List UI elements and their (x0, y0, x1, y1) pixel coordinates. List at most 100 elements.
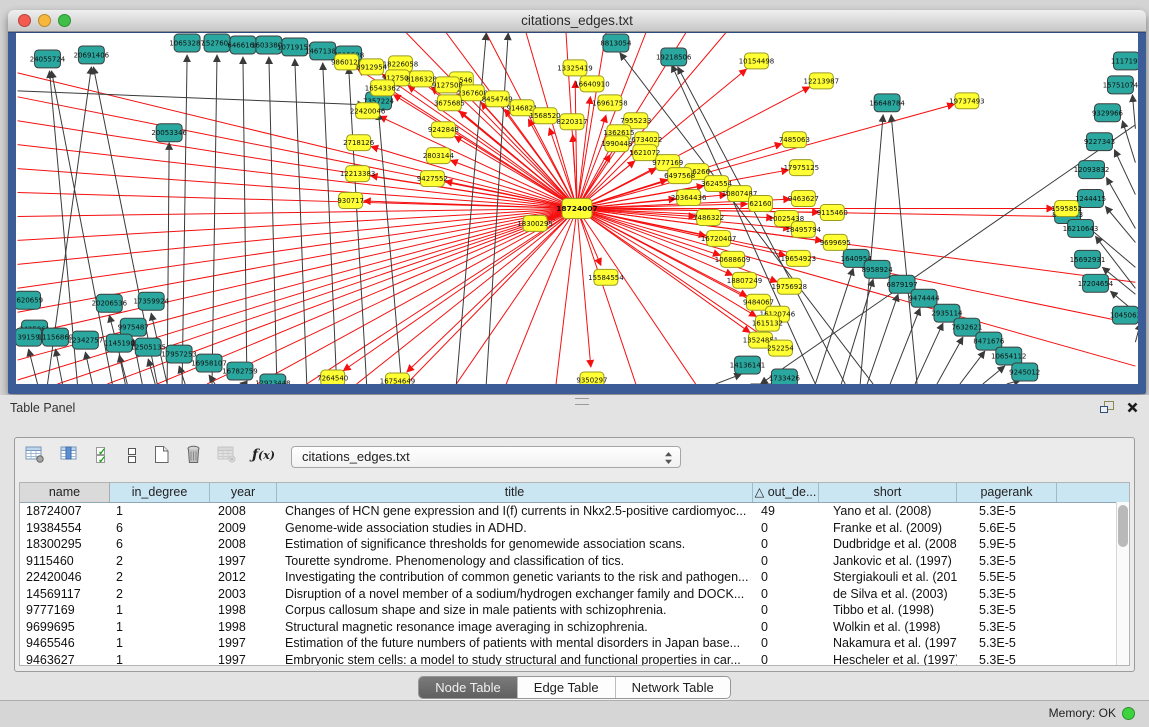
table-row[interactable]: 1830029562008Estimation of significance … (20, 536, 1129, 553)
table-cell[interactable]: 0 (753, 586, 819, 603)
table-cell[interactable]: 2 (110, 569, 210, 586)
network-node[interactable]: 930717 (337, 193, 364, 209)
table-cell[interactable]: 2012 (210, 569, 277, 586)
network-node[interactable]: 9329966 (1092, 104, 1123, 122)
table-row[interactable]: 946554611997Estimation of the future num… (20, 635, 1129, 652)
table-cell[interactable]: 2003 (210, 586, 277, 603)
column-header-title[interactable]: title (277, 483, 753, 502)
network-node[interactable]: 17359924 (133, 292, 169, 310)
table-cell[interactable]: 0 (753, 619, 819, 636)
table-row[interactable]: 946362711997Embryonic stem cells: a mode… (20, 652, 1129, 667)
network-node[interactable]: 16961758 (592, 95, 627, 111)
network-node[interactable]: 10653287 (169, 34, 204, 52)
zoom-window-button[interactable] (58, 14, 71, 27)
table-cell[interactable]: 0 (753, 569, 819, 586)
table-cell[interactable]: 9777169 (20, 602, 110, 619)
network-node[interactable]: 16648784 (869, 94, 905, 112)
column-header-out-de-[interactable]: △ out_de... (753, 483, 819, 502)
table-cell[interactable]: 2009 (210, 520, 277, 537)
network-node[interactable]: 9975487 (118, 318, 149, 336)
table-cell[interactable]: 5.5E-5 (957, 569, 1057, 586)
table-cell[interactable]: 0 (753, 602, 819, 619)
delete-trash-icon[interactable] (183, 443, 204, 466)
table-cell[interactable]: 1997 (210, 553, 277, 570)
network-node[interactable]: 62160 (749, 196, 773, 212)
network-node[interactable]: 17975125 (784, 160, 819, 176)
network-node[interactable]: 12213383 (340, 166, 375, 182)
table-cell[interactable]: 0 (753, 536, 819, 553)
table-cell[interactable]: Corpus callosum shape and size in male p… (277, 602, 753, 619)
network-node[interactable]: 7485063 (779, 132, 810, 148)
table-cell[interactable]: 9115460 (20, 553, 110, 570)
splitter-handle[interactable] (575, 398, 589, 405)
tab-network-table[interactable]: Network Table (615, 677, 730, 698)
table-cell[interactable]: 1 (110, 635, 210, 652)
network-node[interactable]: 1733426 (769, 369, 800, 384)
table-cell[interactable]: 1 (110, 503, 210, 520)
table-row[interactable]: 977716911998Corpus callosum shape and si… (20, 602, 1129, 619)
network-node[interactable]: 15584554 (588, 269, 624, 285)
network-node[interactable]: 9474444 (908, 289, 940, 307)
table-cell[interactable]: Estimation of significance thresholds fo… (277, 536, 753, 553)
network-node[interactable]: 12213987 (804, 73, 839, 89)
network-node[interactable]: 252254 (767, 340, 794, 356)
network-node[interactable]: 2620659 (16, 291, 43, 309)
table-vertical-scrollbar[interactable] (1116, 502, 1129, 665)
table-cell[interactable]: 2008 (210, 503, 277, 520)
table-cell[interactable]: Jankovic et al. (1997) (819, 553, 957, 570)
table-cell[interactable]: 5.3E-5 (957, 652, 1057, 667)
table-cell[interactable]: 19384554 (20, 520, 110, 537)
table-cell[interactable]: 1 (110, 619, 210, 636)
table-cell[interactable]: 22420046 (20, 569, 110, 586)
network-node[interactable]: 8958924 (862, 260, 894, 278)
column-header-short[interactable]: short (819, 483, 957, 502)
network-node[interactable]: 16720407 (701, 230, 736, 246)
tab-node-table[interactable]: Node Table (419, 677, 517, 698)
network-node[interactable]: 7486322 (693, 209, 724, 225)
column-header-in-degree[interactable]: in_degree (110, 483, 210, 502)
network-hub-node[interactable]: 18724007 (556, 199, 598, 219)
table-row[interactable]: 911546021997Tourette syndrome. Phenomeno… (20, 553, 1129, 570)
table-cell[interactable]: Investigating the contribution of common… (277, 569, 753, 586)
table-cell[interactable]: 0 (753, 520, 819, 537)
network-node[interactable]: 10654112 (991, 347, 1026, 365)
close-panel-icon[interactable] (1126, 401, 1139, 419)
column-header-pagerank[interactable]: pagerank (957, 483, 1057, 502)
network-node[interactable]: 9242848 (428, 122, 459, 138)
network-node[interactable]: 19654923 (781, 250, 816, 266)
network-node[interactable]: 12093832 (1074, 161, 1109, 179)
table-cell[interactable]: Stergiakouli et al. (2012) (819, 569, 957, 586)
table-row[interactable]: 1456911722003Disruption of a novel membe… (20, 586, 1129, 603)
network-node[interactable]: 9427552 (417, 171, 448, 187)
new-document-icon[interactable] (151, 443, 172, 466)
table-cell[interactable]: de Silva et al. (2003) (819, 586, 957, 603)
table-cell[interactable]: Changes of HCN gene expression and I(f) … (277, 503, 753, 520)
network-node[interactable]: 24055724 (30, 50, 66, 68)
table-cell[interactable]: 6 (110, 520, 210, 537)
network-node[interactable]: 16782759 (222, 362, 257, 380)
float-panel-icon[interactable] (1099, 400, 1115, 419)
table-cell[interactable]: 1998 (210, 602, 277, 619)
table-cell[interactable]: 9699695 (20, 619, 110, 636)
table-cell[interactable]: 9463627 (20, 652, 110, 667)
network-node[interactable]: 6497568 (664, 168, 695, 184)
network-node[interactable]: 9227343 (1084, 133, 1115, 151)
network-node[interactable]: 9115460 (817, 205, 848, 221)
table-cell[interactable]: 0 (753, 635, 819, 652)
table-cell[interactable]: Dudbridge et al. (2008) (819, 536, 957, 553)
network-node[interactable]: 16640910 (574, 76, 609, 92)
network-node[interactable]: 16754649 (380, 373, 415, 384)
table-cell[interactable]: Nakamura et al. (1997) (819, 635, 957, 652)
network-node[interactable]: 19756928 (772, 278, 807, 294)
stacked-rows-icon[interactable] (124, 444, 140, 466)
table-cell[interactable]: Estimation of the future numbers of pati… (277, 635, 753, 652)
table-cell[interactable]: 1997 (210, 652, 277, 667)
table-cell[interactable]: Genome-wide association studies in ADHD. (277, 520, 753, 537)
network-node[interactable]: 2803144 (423, 148, 455, 164)
network-node[interactable]: 16210643 (1063, 219, 1098, 237)
table-cell[interactable]: Franke et al. (2009) (819, 520, 957, 537)
table-cell[interactable]: 6 (110, 536, 210, 553)
table-cell[interactable]: 2008 (210, 536, 277, 553)
table-cell[interactable]: Wolkin et al. (1998) (819, 619, 957, 636)
network-node[interactable]: 1117195 (1111, 52, 1138, 70)
